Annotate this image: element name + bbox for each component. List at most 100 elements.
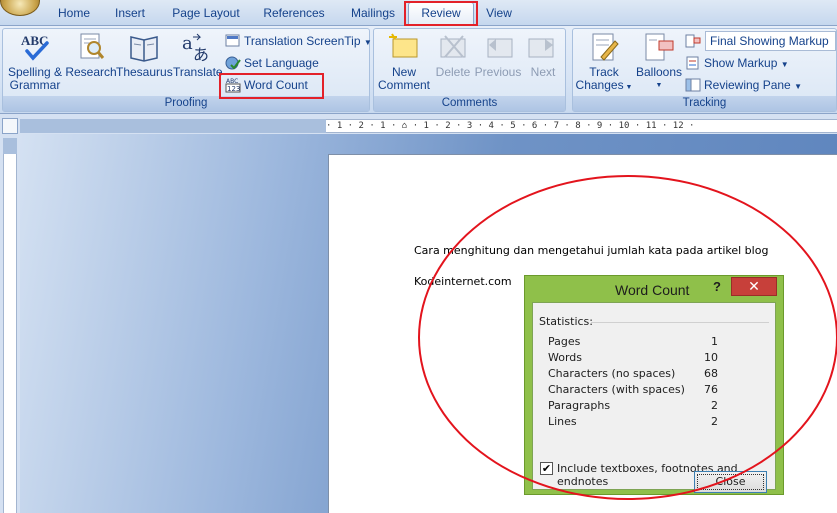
dialog-body: Statistics: Pages 1 Words 10 Characters (n… <box>532 302 776 493</box>
previous-comment-button[interactable]: Previous <box>474 31 522 79</box>
track-changes-label-2: Changes <box>575 78 624 92</box>
markup-display-select[interactable]: Final Showing Markup <box>705 31 836 51</box>
thesaurus-icon <box>127 31 161 63</box>
chevron-down-icon: ▼ <box>655 82 663 89</box>
globe-check-icon <box>225 55 241 71</box>
thesaurus-button[interactable]: Thesaurus <box>116 31 173 79</box>
stat-name: Lines <box>548 415 577 428</box>
markup-display-icon <box>685 33 701 49</box>
spelling-label-2: Grammar <box>9 78 61 92</box>
word-count-dialog: Word Count ? ✕ Statistics: Pages 1 Words 1… <box>524 275 784 495</box>
tab-selector[interactable] <box>2 118 18 134</box>
translation-screentip-button[interactable]: Translation ScreenTip ▼ <box>225 32 372 50</box>
proofing-group: ABC Spelling & Grammar Research Thesauru… <box>2 28 372 112</box>
delete-label: Delete <box>435 65 471 79</box>
set-language-label: Set Language <box>244 56 319 70</box>
stat-name: Pages <box>548 335 581 348</box>
research-icon <box>74 31 108 63</box>
stat-value: 2 <box>711 415 718 428</box>
stat-name: Paragraphs <box>548 399 611 412</box>
translation-screentip-label: Translation ScreenTip <box>244 34 361 48</box>
tab-view[interactable]: View <box>484 5 514 23</box>
translate-label: Translate <box>173 65 223 79</box>
translate-icon: a あ <box>180 31 214 64</box>
comments-group-label: Comments <box>374 96 565 111</box>
reviewing-pane-icon <box>685 77 701 93</box>
tab-references[interactable]: References <box>262 5 326 23</box>
new-comment-icon <box>387 31 421 63</box>
delete-comment-button[interactable]: Delete <box>432 31 474 79</box>
stat-row-words: Words 10 <box>548 351 718 367</box>
dialog-title-bar[interactable]: Word Count ? ✕ <box>525 276 783 300</box>
ribbon: ABC Spelling & Grammar Research Thesauru… <box>0 26 837 114</box>
stat-row-pages: Pages 1 <box>548 335 718 351</box>
include-textboxes-checkbox[interactable]: ✔ <box>540 462 553 475</box>
thesaurus-label: Thesaurus <box>116 65 173 79</box>
spelling-icon: ABC <box>18 31 52 63</box>
chevron-down-icon: ▼ <box>363 38 372 47</box>
stat-row-characters-with-spaces: Characters (with spaces) 76 <box>548 383 718 399</box>
chevron-down-icon: ▼ <box>794 82 802 91</box>
checkmark-icon: ✔ <box>541 462 552 475</box>
statistics-label: Statistics: <box>539 315 593 328</box>
balloons-icon <box>642 31 676 63</box>
stat-value: 10 <box>704 351 718 364</box>
review-tab-highlight <box>404 1 478 26</box>
reviewing-pane-label: Reviewing Pane <box>704 78 791 92</box>
delete-comment-icon <box>436 31 470 63</box>
tab-home[interactable]: Home <box>56 5 92 23</box>
comments-group: New Comment Delete Previous Next Comment… <box>373 28 566 112</box>
dialog-title: Word Count <box>615 282 690 298</box>
chevron-down-icon: ▼ <box>623 84 633 91</box>
next-label: Next <box>530 65 556 79</box>
tab-page-layout[interactable]: Page Layout <box>170 5 242 23</box>
balloons-button[interactable]: Balloons ▼ <box>633 31 685 92</box>
next-comment-button[interactable]: Next <box>524 31 562 79</box>
translation-screentip-icon <box>225 33 241 49</box>
word-count-highlight <box>219 73 324 99</box>
stat-value: 76 <box>704 383 718 396</box>
stat-value: 2 <box>711 399 718 412</box>
stat-value: 1 <box>711 335 718 348</box>
tracking-group-label: Tracking <box>573 96 836 111</box>
stat-name: Words <box>548 351 583 364</box>
track-changes-button[interactable]: Track Changes ▼ <box>575 31 633 94</box>
horizontal-ruler[interactable]: · 1 · 2 · 1 · ⌂ · 1 · 2 · 3 · 4 · 5 · 6 … <box>326 119 837 133</box>
set-language-button[interactable]: Set Language <box>225 54 319 72</box>
statistics-divider <box>591 322 769 323</box>
tab-insert[interactable]: Insert <box>112 5 148 23</box>
stat-name: Characters (with spaces) <box>548 383 685 396</box>
reviewing-pane-button[interactable]: Reviewing Pane ▼ <box>685 76 802 94</box>
spelling-grammar-button[interactable]: ABC Spelling & Grammar <box>6 31 64 92</box>
track-changes-icon <box>587 31 621 63</box>
stat-row-characters-no-spaces: Characters (no spaces) 68 <box>548 367 718 383</box>
chevron-down-icon: ▼ <box>780 60 789 69</box>
help-icon[interactable]: ? <box>713 279 721 294</box>
stat-name: Characters (no spaces) <box>548 367 676 380</box>
new-comment-button[interactable]: New Comment <box>378 31 430 92</box>
office-button[interactable] <box>0 0 40 16</box>
tab-mailings[interactable]: Mailings <box>348 5 398 23</box>
vertical-ruler[interactable] <box>3 154 17 513</box>
close-icon[interactable]: ✕ <box>731 277 777 296</box>
svg-text:a: a <box>182 33 193 54</box>
research-button[interactable]: Research <box>65 31 117 79</box>
vertical-ruler-margin <box>3 138 17 154</box>
close-button[interactable]: Close <box>694 471 767 493</box>
document-line-1[interactable]: Cara menghitung dan mengetahui jumlah ka… <box>414 244 768 257</box>
ruler-margin-left <box>20 119 326 133</box>
stat-value: 68 <box>704 367 718 380</box>
tracking-group: Track Changes ▼ Balloons ▼ Final Showing… <box>572 28 837 112</box>
research-label: Research <box>65 65 117 79</box>
show-markup-button[interactable]: Show Markup ▼ <box>685 54 789 72</box>
balloons-label: Balloons <box>635 65 683 79</box>
next-comment-icon <box>526 31 560 63</box>
document-line-2[interactable]: Kodeinternet.com <box>414 275 512 288</box>
new-comment-label-2: Comment <box>378 78 431 92</box>
translate-button[interactable]: a あ Translate <box>173 31 223 79</box>
previous-label: Previous <box>474 65 522 79</box>
show-markup-icon <box>685 55 701 71</box>
show-markup-label: Show Markup <box>704 56 778 70</box>
ruler-marks: · 1 · 2 · 1 · ⌂ · 1 · 2 · 3 · 4 · 5 · 6 … <box>326 121 695 131</box>
display-for-review-control[interactable] <box>685 32 704 50</box>
